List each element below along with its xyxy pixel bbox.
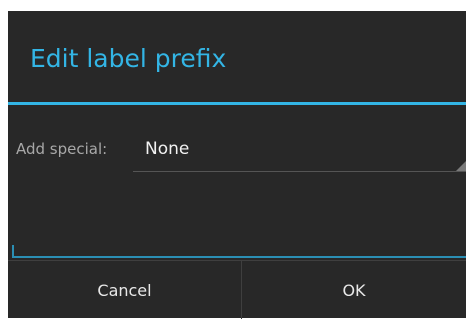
dialog-title-bar: Edit label prefix bbox=[8, 11, 466, 102]
dialog-title: Edit label prefix bbox=[30, 44, 227, 73]
dialog-button-bar: Cancel OK bbox=[8, 260, 466, 319]
cancel-button[interactable]: Cancel bbox=[8, 261, 241, 319]
dialog-content: Add special: None bbox=[8, 105, 466, 260]
add-special-value: None bbox=[145, 139, 190, 159]
ok-button[interactable]: OK bbox=[242, 261, 466, 319]
dropdown-triangle-icon bbox=[456, 161, 466, 171]
text-field-underline bbox=[12, 256, 466, 258]
spinner-underline bbox=[133, 171, 466, 172]
add-special-label: Add special: bbox=[16, 140, 108, 158]
add-special-spinner[interactable]: None bbox=[133, 127, 466, 172]
edit-label-prefix-dialog: Edit label prefix Add special: None Canc… bbox=[8, 11, 466, 319]
